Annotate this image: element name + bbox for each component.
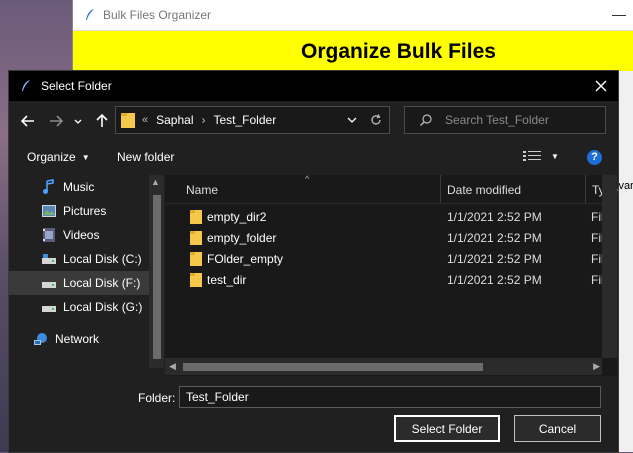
file-date: 1/1/2021 2:52 PM [447,210,542,224]
nav-scrollbar-thumb[interactable] [153,195,161,359]
column-divider[interactable] [585,175,586,203]
background-banner: Organize Bulk Files [73,31,633,72]
column-header-row: ^ Name Date modified Type [165,174,618,204]
file-row[interactable]: FOlder_empty 1/1/2021 2:52 PM File folde… [165,248,617,269]
file-date: 1/1/2021 2:52 PM [447,231,542,245]
folder-icon [190,210,202,224]
organize-button[interactable]: Organize ▼ [27,150,90,164]
nav-item-label: Music [63,180,95,194]
command-toolbar: Organize ▼ New folder ▼ ? [9,141,618,175]
file-name: empty_folder [207,231,277,245]
nav-item-network[interactable]: Network [9,327,149,351]
column-header-name[interactable]: Name [186,183,218,197]
search-box[interactable] [404,106,606,134]
file-list-pane: ^ Name Date modified Type empty_dir2 1/1… [165,174,618,376]
folder-icon [190,252,202,266]
column-divider[interactable] [440,175,441,203]
nav-item-label: Videos [63,228,100,242]
nav-item-label: Local Disk (G:) [63,300,143,314]
feather-icon [22,80,30,91]
file-name: test_dir [207,273,247,287]
back-button[interactable] [17,110,39,132]
scroll-right-icon[interactable]: ▶ [593,361,600,372]
folder-name-input[interactable] [179,386,601,408]
scroll-left-icon[interactable]: ◀ [169,361,176,372]
address-bar[interactable]: « Saphal › Test_Folder [115,106,390,134]
nav-item-local-disk-g[interactable]: Local Disk (G:) [9,295,149,319]
folder-label: Folder: [138,391,176,405]
breadcrumb-overflow[interactable]: « [142,114,148,126]
up-button[interactable] [91,110,113,132]
nav-item-label: Local Disk (F:) [63,276,141,290]
nav-item-local-disk-c[interactable]: Local Disk (C:) [9,247,149,271]
help-button[interactable]: ? [587,150,602,165]
breadcrumb-item-saphal[interactable]: Saphal [156,113,193,127]
music-icon [41,179,57,195]
file-row[interactable]: empty_dir2 1/1/2021 2:52 PM File folder [165,206,617,227]
search-input[interactable] [443,112,597,128]
disk-icon [41,251,57,267]
file-row[interactable]: test_dir 1/1/2021 2:52 PM File folder [165,269,617,290]
nav-item-music[interactable]: Music [9,175,149,199]
background-window-title: Bulk Files Organizer [103,8,212,22]
caret-down-icon: ▼ [551,151,559,161]
caret-down-icon: ▼ [81,152,90,162]
breadcrumb-item-test-folder[interactable]: Test_Folder [214,113,277,127]
dialog-footer: Folder: Select Folder Cancel [9,376,618,452]
view-options-button[interactable]: ▼ [523,150,559,162]
minimize-icon[interactable] [612,15,626,16]
scroll-up-icon[interactable]: ▲ [151,177,160,187]
navigation-bar: « Saphal › Test_Folder [9,101,618,141]
pictures-icon [41,203,57,219]
network-icon [33,331,49,347]
file-date: 1/1/2021 2:52 PM [447,252,542,266]
arrow-up-icon [96,113,108,127]
file-name: FOlder_empty [207,252,284,266]
dialog-titlebar: Select Folder [9,71,618,101]
select-folder-dialog: Select Folder « Saphal › Test_Folder Sea… [8,70,619,453]
search-icon [420,114,432,126]
column-header-date[interactable]: Date modified [447,183,521,197]
videos-icon [41,227,57,243]
file-list-vertical-scrollbar[interactable] [602,175,617,358]
file-row[interactable]: empty_folder 1/1/2021 2:52 PM File folde… [165,227,617,248]
recent-locations-button[interactable] [71,111,85,133]
cancel-button[interactable]: Cancel [514,415,601,442]
file-date: 1/1/2021 2:52 PM [447,273,542,287]
navigation-pane: Music Pictures Videos Local Disk (C:) Lo… [9,175,164,368]
select-folder-button[interactable]: Select Folder [394,415,500,442]
details-view-icon [523,151,541,161]
breadcrumb-separator: › [201,113,206,127]
disk-icon [41,299,57,315]
refresh-icon[interactable] [369,113,383,127]
organize-label: Organize [27,150,76,164]
chevron-down-icon[interactable] [345,113,359,127]
file-name: empty_dir2 [207,210,267,224]
folder-icon [121,113,135,128]
arrow-left-icon [20,115,34,127]
folder-icon [190,273,202,287]
nav-item-label: Local Disk (C:) [63,252,142,266]
chevron-down-icon [74,119,82,124]
file-list-horizontal-scrollbar[interactable]: ◀ ▶ [165,358,602,375]
dialog-title: Select Folder [41,79,112,93]
nav-item-label: Network [55,332,100,346]
nav-item-local-disk-f[interactable]: Local Disk (F:) [9,271,149,295]
new-folder-button[interactable]: New folder [117,150,174,164]
feather-icon [86,9,94,20]
folder-icon [190,231,202,245]
arrow-right-icon [50,115,64,127]
sort-ascending-icon: ^ [305,174,310,184]
nav-item-pictures[interactable]: Pictures [9,199,149,223]
nav-item-videos[interactable]: Videos [9,223,149,247]
disk-icon [41,275,57,291]
background-titlebar: Bulk Files Organizer [73,0,633,31]
nav-scrollbar[interactable]: ▲ [149,175,164,368]
forward-button[interactable] [45,110,67,132]
nav-item-label: Pictures [63,204,107,218]
horizontal-scrollbar-thumb[interactable] [183,363,483,371]
close-icon[interactable] [590,75,612,97]
